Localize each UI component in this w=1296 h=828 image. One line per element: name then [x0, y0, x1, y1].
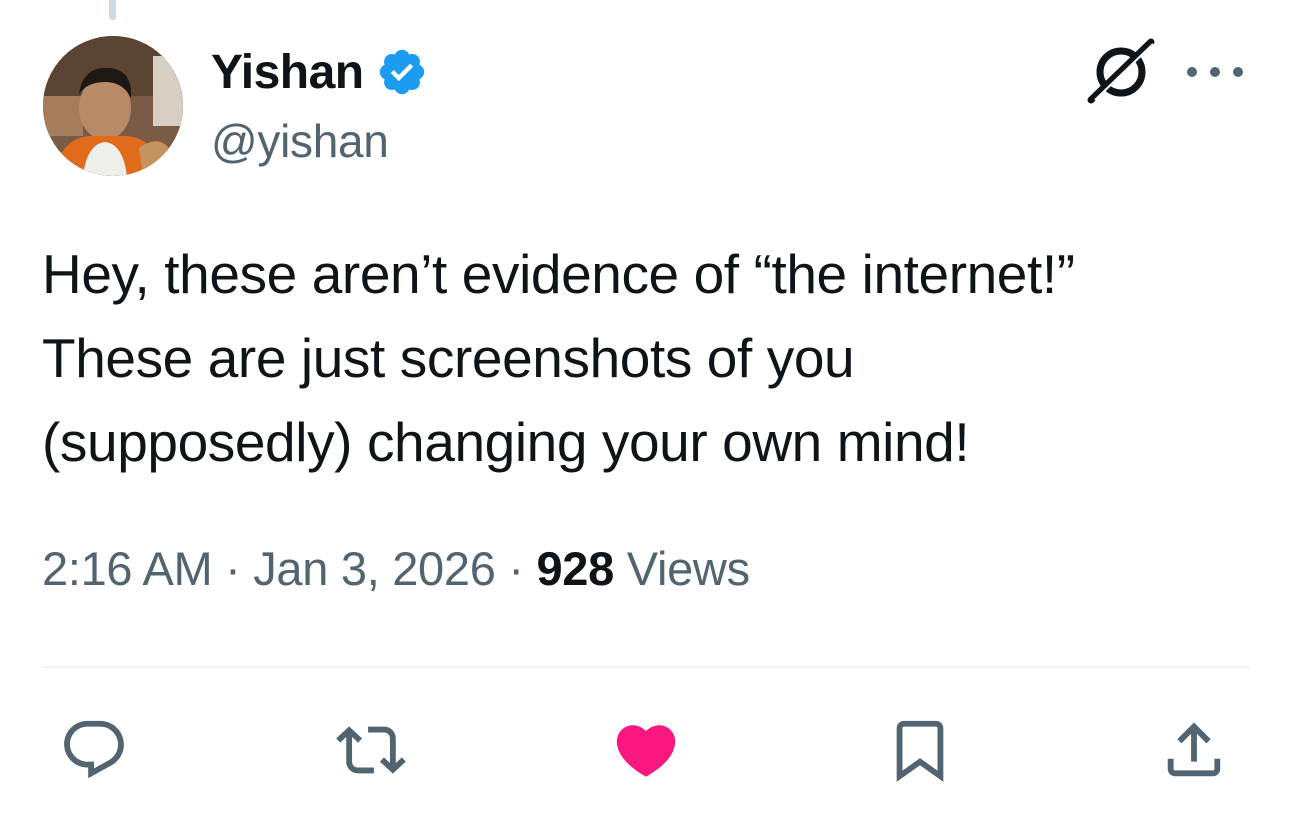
author-name-row[interactable]: Yishan — [211, 40, 428, 104]
meta-separator: · — [212, 542, 254, 595]
tweet-text-line: (supposedly) changing your own mind! — [42, 411, 970, 473]
bookmark-icon — [896, 720, 944, 782]
heart-icon — [616, 725, 676, 777]
more-options-icon[interactable] — [1187, 60, 1243, 84]
meta-separator: · — [495, 542, 537, 595]
like-button[interactable] — [608, 712, 684, 788]
more-dot — [1187, 67, 1197, 77]
retweet-button[interactable] — [333, 712, 409, 788]
tweet-date[interactable]: Jan 3, 2026 — [253, 542, 496, 595]
author-display-name[interactable]: Yishan — [211, 45, 364, 100]
tweet-time[interactable]: 2:16 AM — [42, 542, 213, 595]
tweet-detail: Yishan @yishan Hey, these aren’t evidenc… — [0, 0, 1296, 828]
reply-button[interactable] — [56, 712, 132, 788]
more-dot — [1233, 67, 1243, 77]
avatar-photo — [43, 36, 183, 176]
more-dot — [1210, 67, 1220, 77]
tweet-text-line: Hey, these aren’t evidence of “the inter… — [42, 243, 1075, 305]
reply-icon — [64, 720, 124, 779]
avatar[interactable] — [43, 36, 183, 176]
tweet-metadata: 2:16 AM · Jan 3, 2026 · 928 Views — [42, 541, 750, 596]
bookmark-button[interactable] — [882, 712, 958, 788]
share-icon — [1167, 722, 1221, 777]
thread-connector-line — [109, 0, 116, 20]
retweet-icon — [336, 726, 406, 774]
share-button[interactable] — [1156, 712, 1232, 788]
tweet-text-line: These are just screenshots of you — [42, 327, 855, 389]
views-label[interactable]: Views — [614, 542, 750, 595]
divider — [42, 666, 1250, 668]
tweet-body: Hey, these aren’t evidence of “the inter… — [42, 232, 1262, 484]
views-count[interactable]: 928 — [536, 542, 614, 595]
author-handle[interactable]: @yishan — [211, 114, 389, 168]
grok-icon[interactable] — [1085, 38, 1157, 106]
verified-badge-icon — [379, 49, 424, 95]
